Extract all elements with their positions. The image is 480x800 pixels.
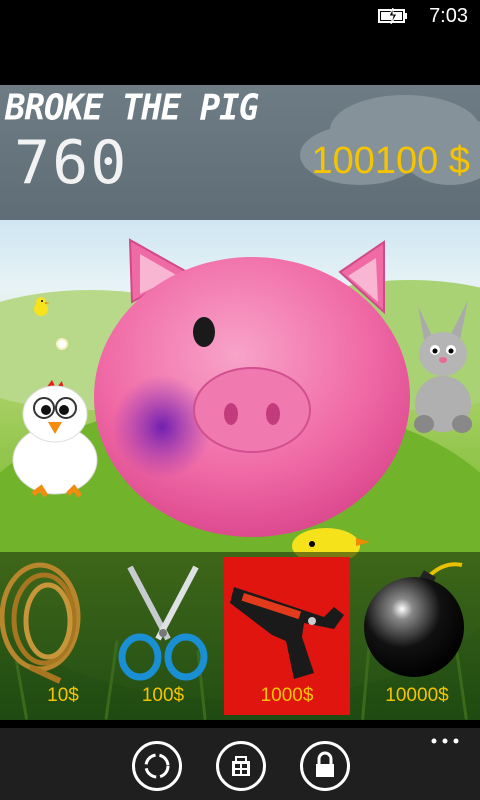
small-chick	[34, 297, 50, 316]
gun-icon	[230, 587, 344, 679]
top-spacer	[0, 32, 480, 85]
score-counter: 760	[14, 128, 129, 198]
refresh-icon	[144, 753, 170, 779]
price-gun: 1000$	[260, 685, 314, 706]
price-bomb: 10000$	[385, 685, 449, 706]
lock-button[interactable]	[300, 741, 350, 791]
store-button[interactable]	[216, 741, 266, 791]
game-title: BROKE THE PIG	[5, 87, 259, 129]
money-balance: 100100 $	[311, 140, 471, 182]
piggy-bank[interactable]	[92, 232, 412, 537]
tool-gun[interactable]: 1000$	[224, 557, 350, 715]
bomb-icon	[364, 562, 464, 677]
chicken	[12, 380, 98, 498]
status-bar: 7:03	[0, 0, 480, 32]
rabbit	[414, 300, 472, 433]
lock-icon	[316, 751, 334, 777]
battery-charging-icon	[378, 8, 407, 24]
scissors-icon	[118, 565, 208, 681]
store-icon	[232, 756, 250, 776]
refresh-button[interactable]	[132, 741, 182, 791]
status-time: 7:03	[429, 5, 468, 27]
price-scissors: 100$	[141, 685, 185, 706]
more-icon[interactable]	[430, 736, 460, 746]
tool-bomb[interactable]: 10000$	[354, 557, 480, 715]
tool-scissors[interactable]: 100$	[100, 557, 226, 715]
